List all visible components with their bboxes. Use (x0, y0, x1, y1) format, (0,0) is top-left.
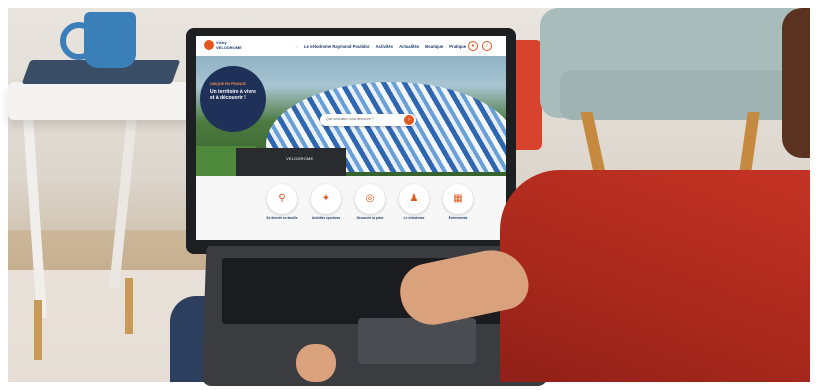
nav-item-boutique[interactable]: Boutique (425, 44, 443, 49)
logo-line2: VELODROME (216, 45, 242, 50)
category-strip: ⚲ Se divertir en famille ✦ Activités spo… (196, 176, 506, 240)
red-sweater (500, 170, 810, 382)
photo-scene: Vichy VELODROME → Le vélodrome Raymond P… (0, 0, 818, 390)
bike-icon: ⚲ (267, 184, 297, 214)
nav-arrow-icon: → (294, 43, 298, 49)
category-label: Événements (448, 216, 468, 220)
armchair-seat (560, 70, 810, 120)
category-label: Découvrir la piste (356, 216, 384, 220)
category-family[interactable]: ⚲ Se divertir en famille (264, 184, 300, 220)
nav-item-activites[interactable]: Activités (376, 44, 393, 49)
side-table-leg-tip (125, 278, 133, 334)
user-icon[interactable]: ● (468, 41, 478, 51)
side-table-top (8, 82, 190, 120)
track-icon: ◎ (355, 184, 385, 214)
nav-item-actualites[interactable]: Actualités (399, 44, 419, 49)
site-logo[interactable]: Vichy VELODROME (204, 40, 250, 52)
runner-icon: ✦ (311, 184, 341, 214)
category-sport[interactable]: ✦ Activités sportives (308, 184, 344, 220)
search-placeholder: Que souhaitez-vous découvrir ? (326, 117, 374, 121)
category-label: Le vélodrome (403, 216, 425, 220)
logo-text: Vichy VELODROME (216, 40, 242, 50)
search-icon[interactable]: ○ (482, 41, 492, 51)
hero-banner: VELODROME UNIQUE EN FRANCE Un territoire… (196, 56, 506, 176)
velodrome-entrance (236, 148, 346, 176)
category-events[interactable]: ▦ Événements (440, 184, 476, 220)
site-header: Vichy VELODROME → Le vélodrome Raymond P… (196, 36, 506, 57)
category-label: Se divertir en famille (266, 216, 298, 220)
hero-title: Un territoire à vivre et à découvrir ! (210, 89, 256, 101)
category-label: Activités sportives (311, 216, 341, 220)
velodrome-sign: VELODROME (286, 156, 314, 161)
laptop-trackpad (358, 318, 476, 364)
category-track[interactable]: ◎ Découvrir la piste (352, 184, 388, 220)
blue-mug (84, 12, 136, 68)
nav-item-pratique[interactable]: Pratique (449, 44, 466, 49)
side-table-leg-tip (34, 300, 42, 360)
nav-item-velodrome[interactable]: Le vélodrome Raymond Poulidor (304, 44, 370, 49)
search-submit-icon[interactable]: › (404, 115, 414, 125)
hand-on-base (296, 344, 336, 382)
calendar-icon: ▦ (443, 184, 473, 214)
helmet-icon: ♟ (399, 184, 429, 214)
logo-mark-icon (204, 40, 214, 50)
laptop-screen: Vichy VELODROME → Le vélodrome Raymond P… (196, 36, 506, 240)
category-velodrome[interactable]: ♟ Le vélodrome (396, 184, 432, 220)
hair (782, 8, 810, 158)
search-input[interactable]: Que souhaitez-vous découvrir ? › (320, 114, 416, 126)
main-nav: → Le vélodrome Raymond Poulidor Activité… (294, 42, 466, 50)
hero-kicker: UNIQUE EN FRANCE (210, 82, 246, 86)
